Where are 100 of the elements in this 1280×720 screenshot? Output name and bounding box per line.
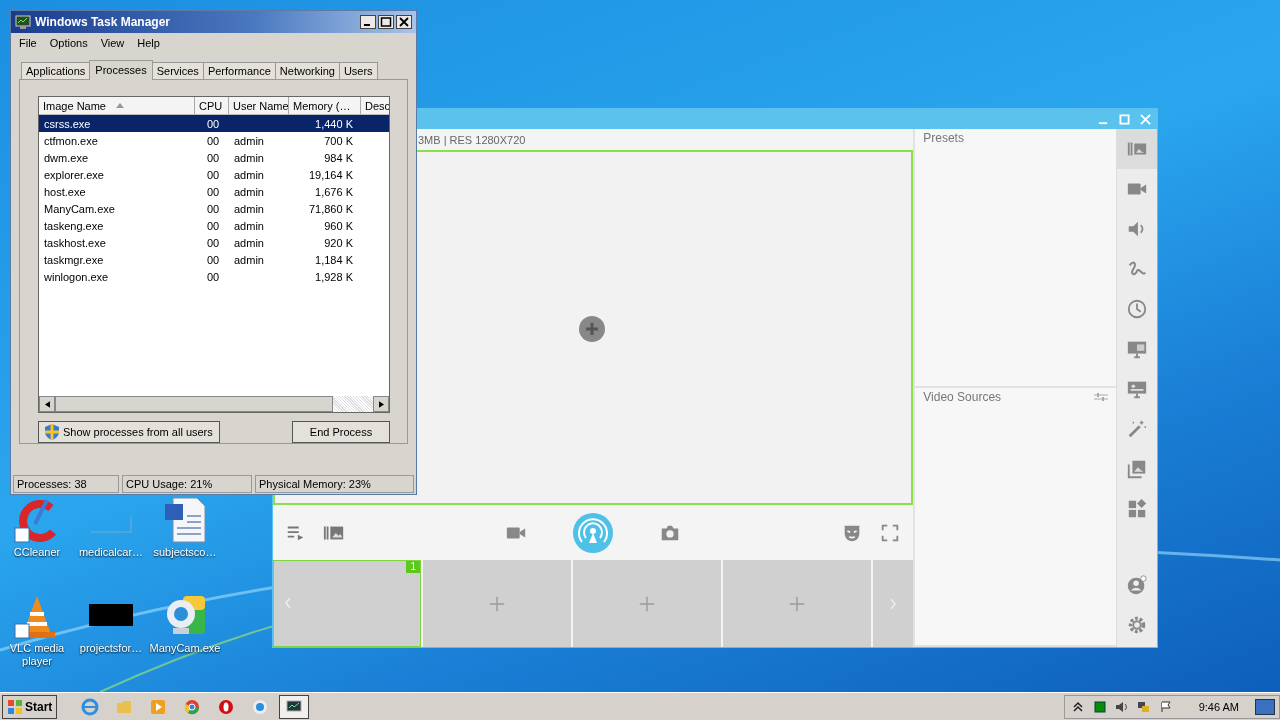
scrollbar-thumb[interactable] — [55, 396, 333, 412]
table-cell-text: admin — [233, 151, 265, 164]
minimize-button[interactable] — [360, 15, 376, 29]
table-cell-text: ctfmon.exe — [43, 134, 99, 147]
maximize-button[interactable] — [378, 15, 394, 29]
column-header[interactable]: User Name — [229, 97, 289, 114]
source-thumbnail[interactable] — [723, 560, 871, 647]
table-cell-text: admin — [233, 134, 265, 147]
tab[interactable]: Processes — [89, 60, 153, 80]
table-cell-text: admin — [233, 185, 265, 198]
menu-item[interactable]: File — [19, 37, 37, 49]
table-cell-text: 19,164 K — [307, 168, 354, 181]
table-cell-text: admin — [233, 219, 265, 232]
column-title: Memory (… — [293, 99, 351, 112]
start-button[interactable]: Start — [2, 694, 58, 719]
show-all-processes-button[interactable]: Show processes from all users — [38, 421, 220, 443]
chrome-icon — [183, 697, 202, 716]
add-icon[interactable] — [788, 594, 806, 613]
table-cell-text: 1,928 K — [314, 270, 354, 283]
process-row[interactable]: host.exe 00 admin 1,676 K — [39, 183, 389, 200]
table-cell-text: 00 — [206, 236, 221, 249]
widgets-icon — [1126, 498, 1148, 520]
stream-info-text: 3MB | RES 1280X720 — [418, 133, 526, 146]
table-cell-text: 00 — [206, 202, 221, 215]
column-header[interactable]: Desc — [361, 97, 389, 114]
add-icon[interactable] — [638, 594, 656, 613]
column-title: Image Name — [43, 99, 106, 112]
table-cell-text: admin — [233, 253, 265, 266]
end-process-button[interactable]: End Process — [292, 421, 390, 443]
number-badge: 1 — [406, 561, 420, 573]
scroll-right-icon[interactable] — [378, 400, 384, 408]
table-cell-text: 00 — [206, 219, 221, 232]
table-cell-text: 960 K — [323, 219, 354, 232]
table-cell-text: 1,184 K — [314, 253, 354, 266]
process-row[interactable]: winlogon.exe 00 1,928 K — [39, 268, 389, 285]
menu-item[interactable]: Help — [137, 37, 160, 49]
column-header[interactable]: Memory (… — [289, 97, 361, 114]
tab[interactable]: Performance — [202, 62, 276, 79]
table-cell-text: 71,860 K — [307, 202, 354, 215]
images-icon — [1126, 458, 1148, 480]
clock-icon — [1126, 298, 1148, 320]
network-icon[interactable] — [1136, 700, 1151, 713]
clock[interactable]: 9:46 AM — [1198, 700, 1239, 713]
table-cell-text: explorer.exe — [43, 168, 105, 181]
table-cell-text: admin — [233, 202, 265, 215]
column-title: CPU — [199, 99, 223, 112]
table-cell-text: admin — [233, 236, 265, 249]
speaker-icon[interactable] — [1114, 700, 1129, 713]
status-text: Processes: 38 — [13, 475, 119, 493]
tab[interactable]: Networking — [274, 62, 340, 79]
process-row[interactable]: explorer.exe 00 admin 19,164 K — [39, 166, 389, 183]
column-header[interactable]: Image Name — [39, 97, 195, 114]
source-thumbnail[interactable] — [573, 560, 721, 647]
table-cell-text: host.exe — [43, 185, 87, 198]
table-cell-text: 00 — [206, 270, 221, 283]
taskbar-button[interactable] — [279, 694, 310, 719]
add-icon[interactable] — [488, 594, 506, 613]
close-icon[interactable] — [1140, 113, 1151, 125]
process-row[interactable]: dwm.exe 00 admin 984 K — [39, 149, 389, 166]
menu-item[interactable]: Options — [49, 37, 88, 49]
table-cell-text: winlogon.exe — [43, 270, 110, 283]
process-row[interactable]: ManyCam.exe 00 admin 71,860 K — [39, 200, 389, 217]
broadcast-button[interactable] — [573, 512, 614, 553]
show-desktop-button[interactable] — [1255, 698, 1275, 715]
sliders-icon[interactable] — [1094, 392, 1109, 402]
horizontal-scrollbar[interactable] — [39, 396, 389, 412]
media-icon — [149, 697, 168, 716]
table-cell-text: 00 — [206, 134, 221, 147]
opera-icon — [217, 697, 236, 716]
add-source-icon[interactable] — [578, 314, 607, 343]
scroll-left-icon[interactable] — [44, 400, 50, 408]
tab[interactable]: Applications — [21, 62, 91, 79]
sidebar-tab[interactable] — [1117, 129, 1157, 169]
process-row[interactable]: csrss.exe 00 1,440 K — [39, 115, 389, 132]
column-title: User Name — [233, 99, 288, 112]
process-row[interactable]: taskmgr.exe 00 admin 1,184 K — [39, 251, 389, 268]
source-thumbnail[interactable] — [423, 560, 571, 647]
process-row[interactable]: ctfmon.exe 00 admin 700 K — [39, 132, 389, 149]
maximize-icon[interactable] — [1119, 113, 1130, 125]
process-row[interactable]: taskeng.exe 00 admin 960 K — [39, 217, 389, 234]
table-cell-text: 984 K — [323, 151, 354, 164]
flag-icon[interactable] — [1158, 700, 1173, 713]
table-cell-text: taskeng.exe — [43, 219, 105, 232]
monitor-icon — [15, 14, 31, 30]
table-cell-text: ManyCam.exe — [43, 202, 116, 215]
menu-item[interactable]: View — [100, 37, 125, 49]
profile-icon — [1126, 574, 1148, 596]
close-button[interactable] — [396, 15, 412, 29]
status-indicator-icon[interactable] — [1092, 700, 1107, 713]
column-header[interactable]: CPU — [195, 97, 229, 114]
table-cell-text: 00 — [206, 253, 221, 266]
video-sources-heading: Video Sources — [923, 390, 1002, 404]
process-row[interactable]: taskhost.exe 00 admin 920 K — [39, 234, 389, 251]
table-cell-text: dwm.exe — [43, 151, 90, 164]
table-cell-text: 00 — [206, 185, 221, 198]
table-cell-text: 1,440 K — [314, 117, 354, 130]
table-cell-text: 00 — [206, 117, 221, 130]
tab[interactable]: Services — [151, 62, 204, 79]
table-cell-text: taskmgr.exe — [43, 253, 105, 266]
tab[interactable]: Users — [338, 62, 378, 79]
